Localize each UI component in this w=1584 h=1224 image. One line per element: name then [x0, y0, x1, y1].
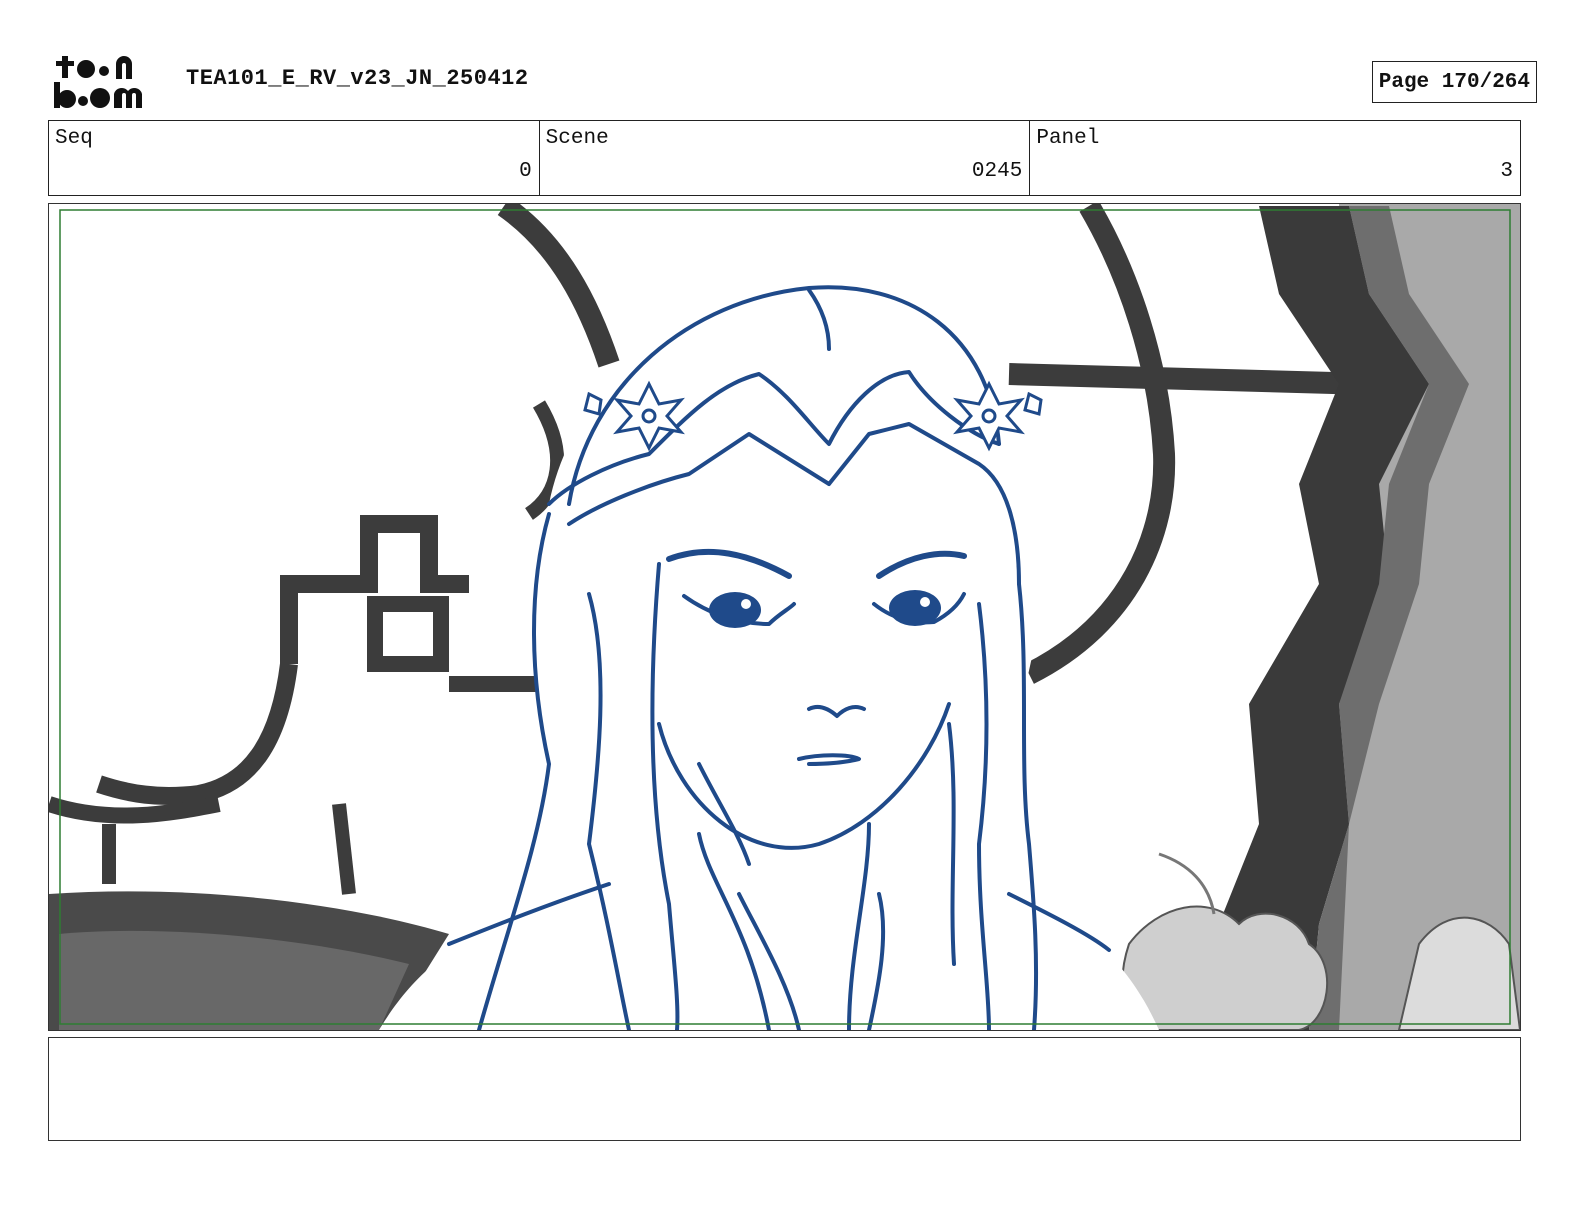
page-number: 170/264: [1441, 70, 1530, 94]
scene-value: 0245: [971, 160, 1023, 183]
document-title: TEA101_E_RV_v23_JN_250412: [186, 66, 529, 91]
panel-sketch-drawing: [49, 204, 1520, 1030]
action-notes-box: [48, 1037, 1521, 1141]
seq-label: Seq: [55, 127, 93, 150]
scene-label: Scene: [545, 127, 609, 150]
seq-cell: Seq 0: [49, 121, 540, 195]
scene-info-table: Seq 0 Scene 0245 Panel 3: [48, 120, 1521, 196]
page-label: Page: [1378, 70, 1430, 94]
seq-value: 0: [519, 160, 532, 183]
storyboard-panel-image: [48, 203, 1521, 1031]
toon-boom-logo: [52, 52, 164, 112]
panel-cell: Panel 3: [1030, 121, 1520, 195]
scene-cell: Scene 0245: [540, 121, 1031, 195]
panel-label: Panel: [1036, 127, 1100, 150]
right-pupil: [889, 590, 941, 626]
page-indicator: Page 170/264: [1371, 61, 1537, 103]
left-pupil: [709, 592, 761, 628]
panel-value: 3: [1500, 160, 1514, 183]
